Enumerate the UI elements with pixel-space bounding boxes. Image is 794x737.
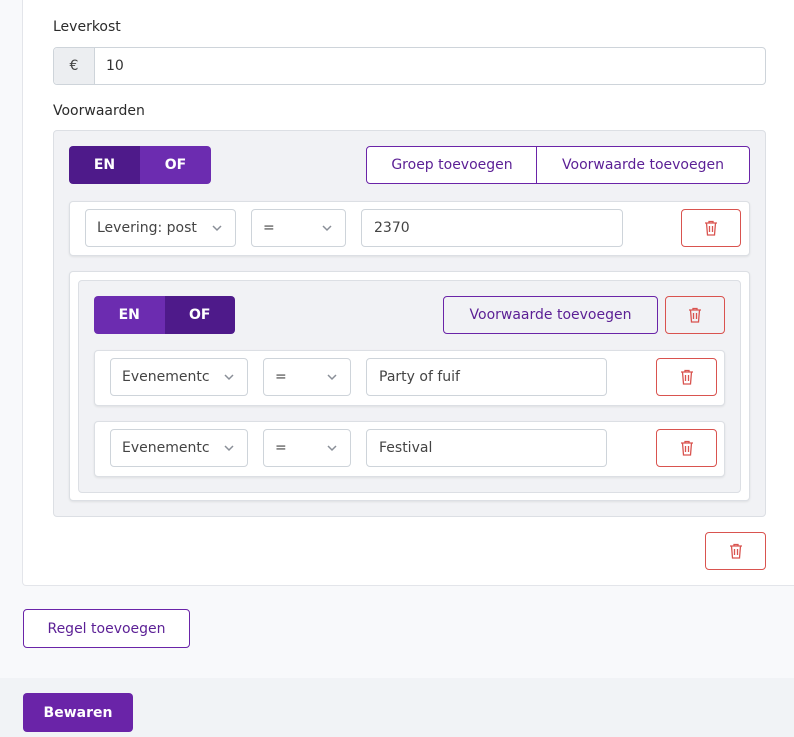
delivery-cost-input-group: € 10 <box>53 47 766 85</box>
add-condition-button[interactable]: Voorwaarde toevoegen <box>536 146 750 184</box>
chevron-down-icon <box>212 225 222 232</box>
chevron-down-icon <box>224 445 234 452</box>
delete-rule-button[interactable] <box>705 532 766 570</box>
condition-field-value: Levering: post <box>97 220 197 236</box>
trash-icon <box>729 543 742 559</box>
condition-value-input[interactable]: 2370 <box>361 209 623 247</box>
condition-field-select[interactable]: Evenementc <box>110 358 248 396</box>
condition-operator-value: = <box>263 220 275 236</box>
condition-field-select[interactable]: Evenementc <box>110 429 248 467</box>
chevron-down-icon <box>327 445 337 452</box>
condition-operator-value: = <box>275 369 287 385</box>
condition-operator-select[interactable]: = <box>251 209 346 247</box>
delete-condition-button[interactable] <box>681 209 741 247</box>
chevron-down-icon <box>322 225 332 232</box>
nested-and-button[interactable]: EN <box>94 296 165 334</box>
conditions-label: Voorwaarden <box>53 103 145 119</box>
trash-icon <box>689 307 701 323</box>
trash-icon <box>680 369 693 385</box>
condition-operator-value: = <box>275 440 287 456</box>
condition-operator-select[interactable]: = <box>263 358 351 396</box>
add-rule-button[interactable]: Regel toevoegen <box>23 609 190 648</box>
condition-value-input[interactable]: Party of fuif <box>366 358 607 396</box>
condition-field-value: Evenementc <box>122 440 210 456</box>
root-and-button[interactable]: EN <box>69 146 140 184</box>
chevron-down-icon <box>327 374 337 381</box>
delivery-cost-input[interactable]: 10 <box>95 48 765 84</box>
nested-or-button[interactable]: OF <box>164 296 235 334</box>
root-and-or-toggle: EN OF <box>69 146 211 184</box>
nested-add-condition-button[interactable]: Voorwaarde toevoegen <box>443 296 658 334</box>
trash-icon <box>705 220 717 236</box>
add-group-button[interactable]: Groep toevoegen <box>366 146 538 184</box>
delete-condition-button[interactable] <box>656 358 717 396</box>
delete-group-button[interactable] <box>665 296 725 334</box>
condition-field-value: Evenementc <box>122 369 210 385</box>
root-or-button[interactable]: OF <box>140 146 211 184</box>
delivery-cost-label: Leverkost <box>53 19 121 35</box>
condition-operator-select[interactable]: = <box>263 429 351 467</box>
save-button[interactable]: Bewaren <box>23 693 133 732</box>
chevron-down-icon <box>224 374 234 381</box>
condition-value-input[interactable]: Festival <box>366 429 607 467</box>
nested-and-or-toggle: EN OF <box>94 296 235 334</box>
trash-icon <box>680 440 693 456</box>
delete-condition-button[interactable] <box>656 429 717 467</box>
condition-field-select[interactable]: Levering: post <box>85 209 236 247</box>
currency-prefix: € <box>54 48 95 84</box>
